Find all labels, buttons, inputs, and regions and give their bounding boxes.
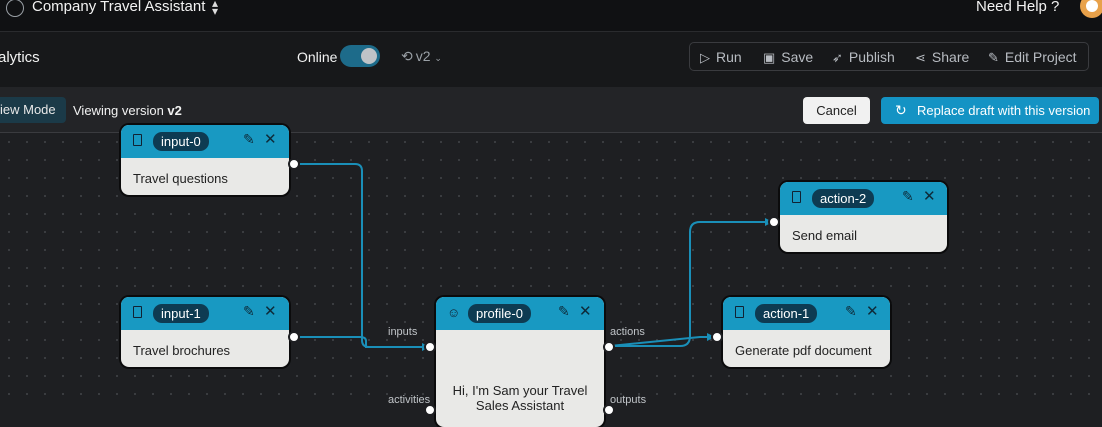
- port-action2-in[interactable]: [768, 216, 780, 228]
- node-id-badge: input-1: [153, 304, 209, 323]
- document-icon: [792, 191, 801, 203]
- close-icon[interactable]: ✕: [866, 302, 879, 320]
- node-id-badge: input-0: [153, 132, 209, 151]
- edge-input1-profile-2: [294, 336, 424, 348]
- edge-input0-profile: [294, 163, 424, 348]
- document-icon: [133, 134, 142, 146]
- port-label-outputs: outputs: [610, 394, 647, 406]
- pencil-icon[interactable]: ✎: [243, 303, 255, 320]
- node-id-badge: action-2: [812, 189, 875, 208]
- close-icon[interactable]: ✕: [923, 187, 936, 205]
- node-text: Travel brochures: [133, 343, 231, 358]
- user-icon: ☺: [447, 305, 461, 320]
- node-input-0[interactable]: input-0 ✎ ✕ Travel questions: [121, 125, 289, 195]
- port-input0-out[interactable]: [288, 158, 300, 170]
- close-icon[interactable]: ✕: [264, 130, 277, 148]
- node-input-1[interactable]: input-1 ✎ ✕ Travel brochures: [121, 297, 289, 367]
- node-id-badge: profile-0: [468, 304, 531, 323]
- node-id-badge: action-1: [755, 304, 818, 323]
- node-text-line-1: Hi, I'm Sam your Travel: [452, 383, 588, 398]
- node-text: Travel questions: [133, 171, 228, 186]
- port-label-inputs: inputs: [388, 326, 418, 338]
- pencil-icon[interactable]: ✎: [243, 131, 255, 148]
- port-label-actions: actions: [610, 326, 645, 338]
- close-icon[interactable]: ✕: [579, 302, 592, 320]
- port-profile-actions[interactable]: [603, 341, 615, 353]
- node-text: Generate pdf document: [735, 343, 872, 358]
- node-profile-0[interactable]: ☺ profile-0 ✎ ✕ Hi, I'm Sam your Travel …: [436, 297, 604, 427]
- port-label-activities: activities: [388, 394, 431, 406]
- node-text: Send email: [792, 228, 858, 243]
- node-action-2[interactable]: action-2 ✎ ✕ Send email: [780, 182, 947, 252]
- node-text-line-2: Sales Assistant: [475, 398, 565, 413]
- node-action-1[interactable]: action-1 ✎ ✕ Generate pdf document: [723, 297, 890, 367]
- pencil-icon[interactable]: ✎: [558, 303, 570, 320]
- close-icon[interactable]: ✕: [264, 302, 277, 320]
- port-action1-in[interactable]: [711, 331, 723, 343]
- edge-profile-action1: [609, 336, 710, 347]
- pencil-icon[interactable]: ✎: [902, 188, 914, 205]
- document-icon: [133, 306, 142, 318]
- port-input1-out[interactable]: [288, 331, 300, 343]
- pencil-icon[interactable]: ✎: [845, 303, 857, 320]
- document-icon: [735, 306, 744, 318]
- port-profile-inputs[interactable]: [424, 341, 436, 353]
